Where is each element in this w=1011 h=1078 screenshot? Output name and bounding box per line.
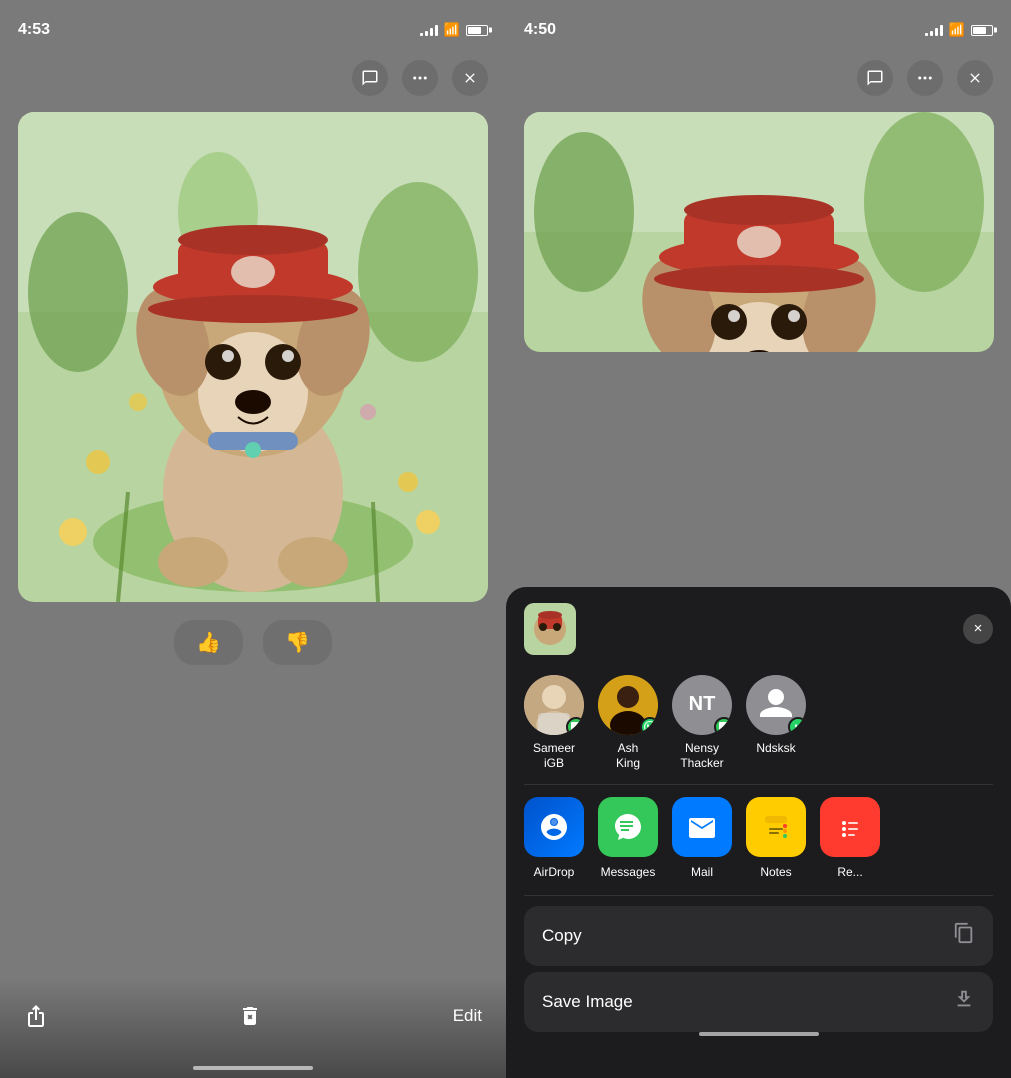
thumbs-down-button[interactable]: 👎	[263, 620, 332, 665]
copy-label: Copy	[542, 926, 582, 946]
share-close-button[interactable]: ×	[963, 614, 993, 644]
contact-avatar-sameer	[524, 675, 584, 735]
more-button[interactable]	[402, 60, 438, 96]
left-top-actions	[0, 48, 506, 108]
contact-avatar-nensy: NT	[672, 675, 732, 735]
ndsksk-badge	[788, 717, 806, 735]
close-button[interactable]	[452, 60, 488, 96]
right-status-bar: 4:50 📶	[506, 0, 1011, 48]
app-messages[interactable]: Messages	[598, 797, 658, 879]
mail-icon	[672, 797, 732, 857]
messages-label: Messages	[601, 865, 656, 879]
dog-scene	[18, 112, 488, 602]
contact-avatar-ash	[598, 675, 658, 735]
signal-icon	[420, 24, 438, 36]
share-button[interactable]	[24, 1004, 48, 1028]
right-time: 4:50	[524, 21, 556, 39]
signal-icon-right	[925, 24, 943, 36]
delete-button[interactable]	[238, 1004, 262, 1028]
apps-divider	[524, 895, 993, 896]
battery-icon-right	[971, 25, 993, 36]
notes-icon	[746, 797, 806, 857]
app-airdrop[interactable]: AirDrop	[524, 797, 584, 879]
thumbs-up-button[interactable]: 👍	[174, 620, 243, 665]
left-time: 4:53	[18, 21, 50, 39]
nensy-name: NensyThacker	[680, 741, 723, 772]
left-status-icons: 📶	[420, 22, 488, 38]
right-more-button[interactable]	[907, 60, 943, 96]
notes-label: Notes	[760, 865, 791, 879]
contacts-row: SameeriGB AshKi	[506, 663, 1011, 784]
save-image-label: Save Image	[542, 992, 633, 1012]
airdrop-icon	[524, 797, 584, 857]
save-image-action[interactable]: Save Image	[524, 972, 993, 1032]
contact-ndsksk[interactable]: Ndsksk	[746, 675, 806, 772]
feedback-buttons: 👍 👎	[174, 620, 332, 665]
contact-nensy[interactable]: NT NensyThacker	[672, 675, 732, 772]
app-notes[interactable]: Notes	[746, 797, 806, 879]
sameer-name: SameeriGB	[533, 741, 575, 772]
share-sheet: ×	[506, 587, 1011, 1078]
ash-name: AshKing	[616, 741, 640, 772]
wifi-icon-right: 📶	[949, 22, 965, 38]
messages-icon	[598, 797, 658, 857]
wifi-icon: 📶	[444, 22, 460, 38]
copy-action[interactable]: Copy	[524, 906, 993, 966]
main-image	[18, 112, 488, 602]
sameer-badge	[566, 717, 584, 735]
airdrop-label: AirDrop	[534, 865, 575, 879]
contact-sameer[interactable]: SameeriGB	[524, 675, 584, 772]
contact-avatar-ndsksk	[746, 675, 806, 735]
left-phone: 4:53 📶	[0, 0, 506, 1078]
remind-label: Re...	[837, 865, 862, 879]
right-status-icons: 📶	[925, 22, 993, 38]
edit-button[interactable]: Edit	[453, 1006, 482, 1026]
right-main-image	[524, 112, 994, 352]
copy-icon	[953, 922, 975, 950]
share-thumbnail	[524, 603, 576, 655]
ndsksk-name: Ndsksk	[756, 741, 795, 757]
bottom-toolbar: Edit	[0, 978, 506, 1078]
right-top-actions	[506, 48, 1011, 108]
right-comment-button[interactable]	[857, 60, 893, 96]
app-remind[interactable]: Re...	[820, 797, 880, 879]
apps-row: AirDrop Messages Mail	[506, 785, 1011, 895]
comment-button[interactable]	[352, 60, 388, 96]
remind-icon	[820, 797, 880, 857]
app-mail[interactable]: Mail	[672, 797, 732, 879]
right-home-indicator	[699, 1032, 819, 1036]
share-sheet-header: ×	[506, 587, 1011, 663]
ash-badge	[640, 717, 658, 735]
battery-icon	[466, 25, 488, 36]
home-indicator	[193, 1066, 313, 1070]
right-close-button[interactable]	[957, 60, 993, 96]
mail-label: Mail	[691, 865, 713, 879]
contact-ash[interactable]: AshKing	[598, 675, 658, 772]
right-phone: 4:50 📶	[506, 0, 1011, 1078]
save-icon	[953, 988, 975, 1016]
left-status-bar: 4:53 📶	[0, 0, 506, 48]
nensy-badge	[714, 717, 732, 735]
